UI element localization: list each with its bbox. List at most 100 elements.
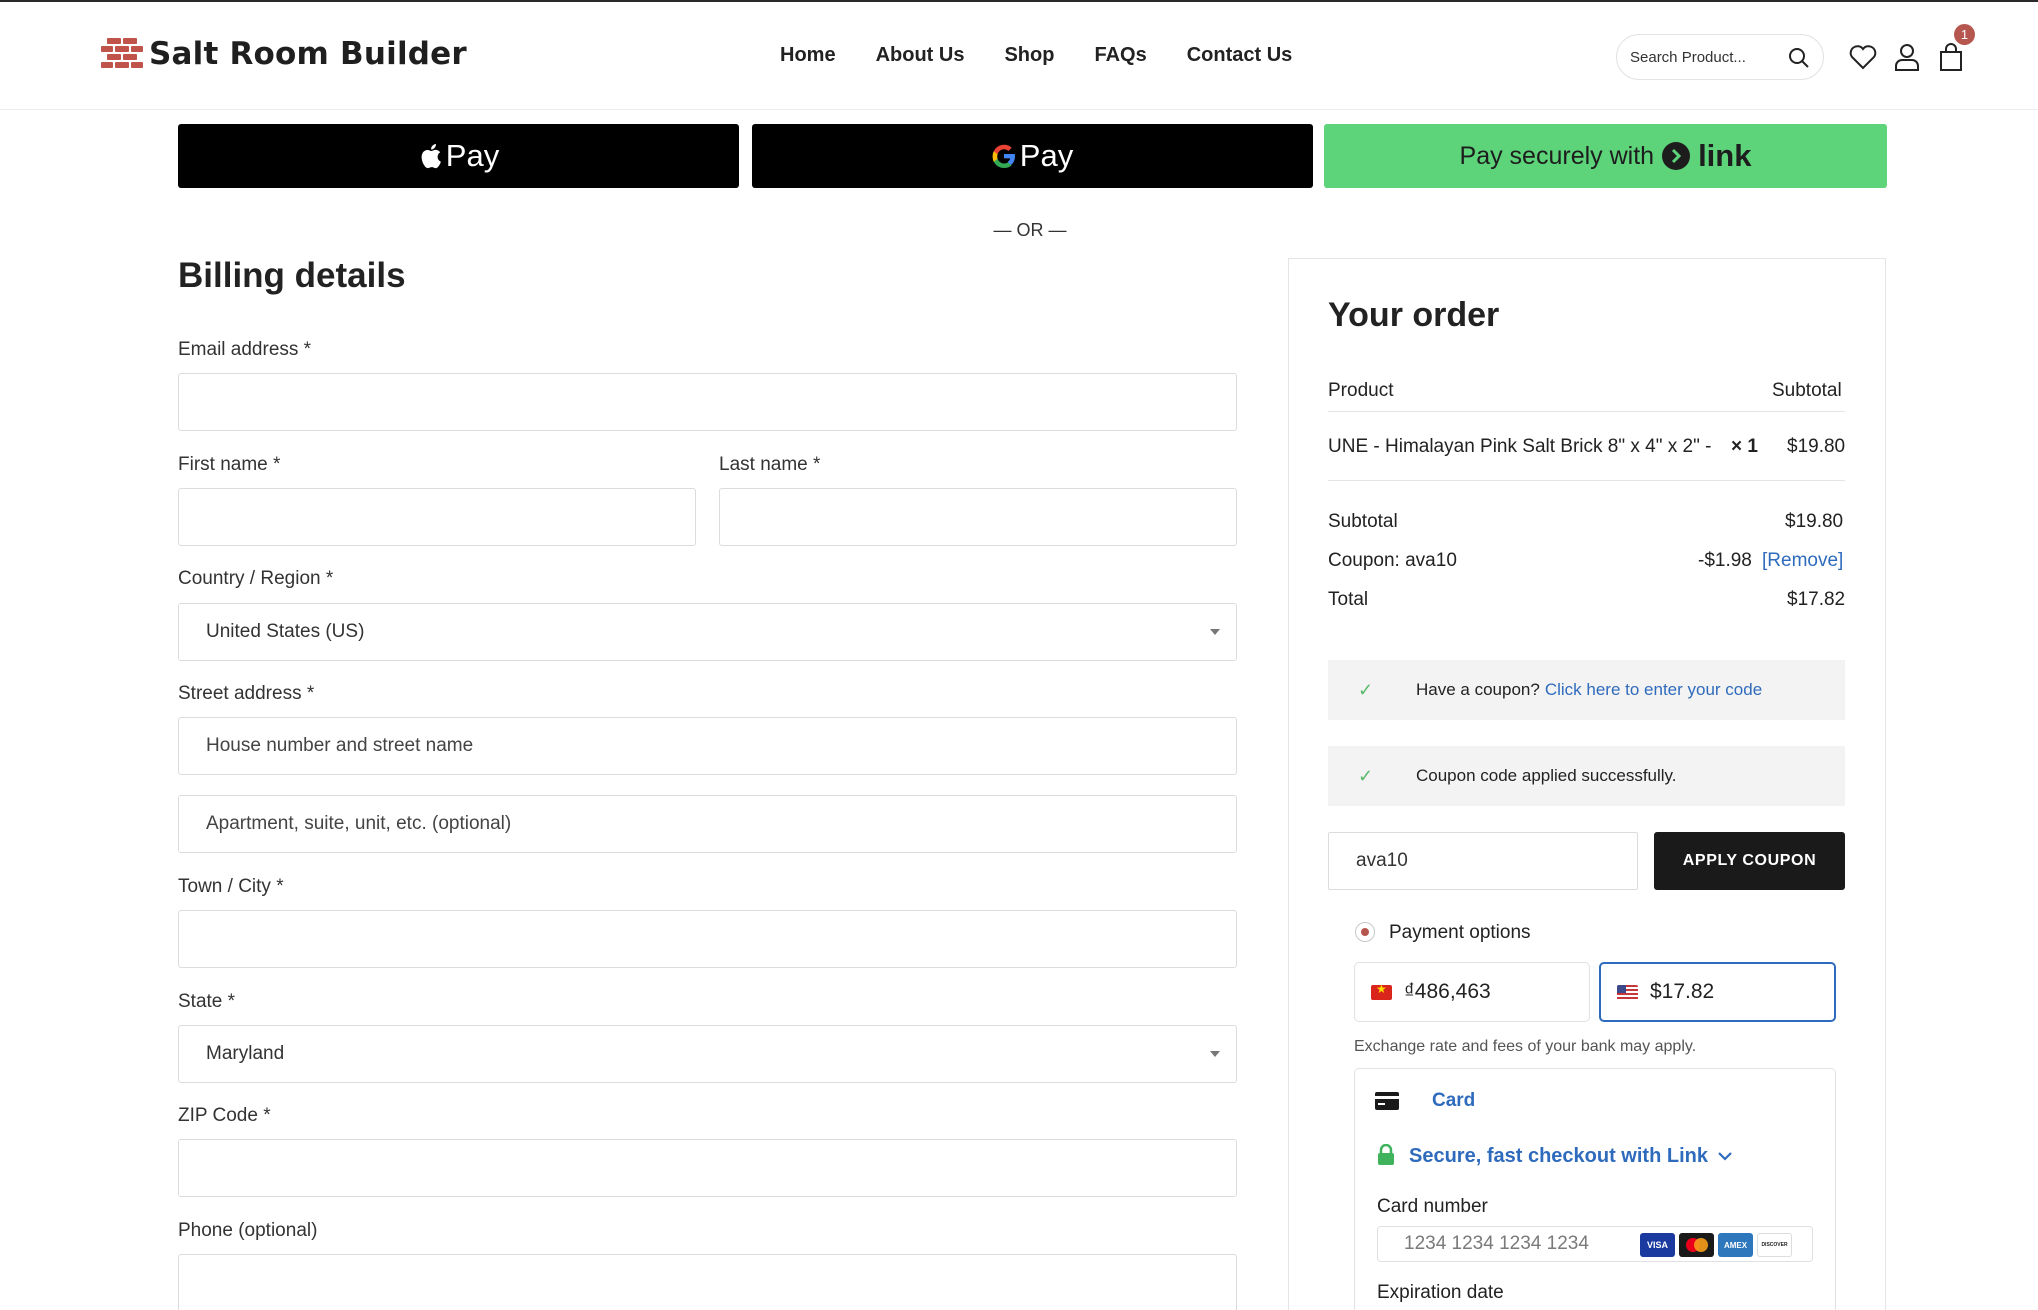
price-usd: $17.82 [1650, 980, 1715, 1003]
check-icon: ✓ [1358, 765, 1374, 786]
coupon-field-wrap [1328, 832, 1638, 890]
last-name-field[interactable] [747, 489, 1236, 545]
mastercard-icon [1679, 1233, 1714, 1257]
street-label: Street address * [178, 683, 315, 704]
google-g-icon [992, 144, 1015, 168]
country-select[interactable]: United States (US) [178, 603, 1237, 661]
country-label: Country / Region * [178, 568, 334, 589]
last-name-label: Last name * [719, 454, 821, 475]
first-name-label: First name * [178, 454, 281, 475]
apple-pay-label: Pay [445, 138, 500, 173]
phone-field[interactable] [206, 1255, 1236, 1310]
price-vnd: ₫486,463 [1404, 980, 1491, 1003]
card-number-field-wrap: VISA AMEX DISCOVER [1377, 1226, 1813, 1262]
lock-icon [1378, 1144, 1394, 1165]
card-brands: VISA AMEX DISCOVER [1640, 1233, 1792, 1257]
remove-coupon-link[interactable]: [Remove] [1762, 550, 1843, 572]
first-name-field[interactable] [206, 489, 695, 545]
subtotal-label: Subtotal [1328, 511, 1398, 532]
order-item-price: $19.80 [1787, 436, 1846, 457]
have-coupon-text: Have a coupon? [1416, 680, 1540, 699]
link-checkout-text[interactable]: Secure, fast checkout with Link [1409, 1145, 1708, 1168]
state-value: Maryland [206, 1043, 285, 1064]
coupon-code-input[interactable] [1356, 850, 1616, 872]
or-separator: — OR — [993, 220, 1067, 240]
currency-option-vnd[interactable]: ₫486,463 [1354, 962, 1590, 1022]
order-title: Your order [1328, 296, 1500, 334]
nav-shop[interactable]: Shop [1004, 44, 1054, 67]
google-pay-button[interactable]: Pay [752, 124, 1313, 188]
apple-icon [421, 144, 441, 169]
currency-option-usd[interactable]: $17.82 [1599, 962, 1836, 1022]
order-item-qty: × 1 [1731, 436, 1758, 457]
google-pay-label: Pay [1019, 138, 1074, 173]
nav-faqs[interactable]: FAQs [1094, 44, 1146, 67]
zip-field-wrap [178, 1139, 1237, 1197]
cart-icon[interactable] [1936, 42, 1966, 72]
nav-about-us[interactable]: About Us [876, 44, 965, 67]
amex-icon: AMEX [1718, 1233, 1753, 1257]
nav-home[interactable]: Home [780, 44, 836, 67]
email-field[interactable] [206, 374, 1236, 430]
card-tab-label[interactable]: Card [1432, 1090, 1475, 1112]
first-name-field-wrap [178, 488, 696, 546]
nav-contact-us[interactable]: Contact Us [1187, 44, 1293, 67]
total-label: Total [1328, 589, 1369, 610]
coupon-label: Coupon: ava10 [1328, 550, 1457, 571]
divider [1328, 480, 1845, 481]
city-label: Town / City * [178, 876, 284, 897]
street-field[interactable] [206, 718, 1236, 774]
apartment-field-wrap [178, 795, 1237, 853]
chevron-down-icon [1210, 629, 1220, 635]
vietnam-flag-icon [1371, 984, 1392, 1000]
phone-label: Phone (optional) [178, 1220, 318, 1241]
search-input[interactable] [1630, 48, 1780, 66]
country-value: United States (US) [206, 621, 365, 642]
apple-pay-button[interactable]: Pay [178, 124, 739, 188]
link-arrow-icon [1662, 142, 1691, 170]
expiration-date-label: Expiration date [1377, 1282, 1504, 1303]
link-pay-button[interactable]: Pay securely with link [1324, 124, 1887, 188]
site-logo[interactable]: Salt Room Builder [101, 36, 467, 72]
discover-icon: DISCOVER [1757, 1233, 1792, 1257]
check-icon: ✓ [1358, 679, 1374, 700]
brick-logo-icon [101, 38, 143, 68]
phone-field-wrap [178, 1254, 1237, 1310]
payment-options-label: Payment options [1389, 922, 1531, 943]
search-icon[interactable] [1787, 46, 1811, 70]
us-flag-icon [1617, 984, 1638, 1000]
city-field-wrap [178, 910, 1237, 968]
exchange-rate-note: Exchange rate and fees of your bank may … [1354, 1038, 1697, 1055]
site-title: Salt Room Builder [149, 36, 467, 72]
apartment-field[interactable] [206, 796, 1236, 852]
coupon-prompt-notice: ✓ Have a coupon? Click here to enter you… [1328, 660, 1845, 720]
zip-field[interactable] [206, 1140, 1236, 1196]
user-icon[interactable] [1892, 42, 1922, 72]
card-icon [1375, 1092, 1399, 1110]
subtotal-col-header: Subtotal [1772, 380, 1842, 401]
enter-coupon-link[interactable]: Click here to enter your code [1545, 680, 1762, 700]
heart-icon[interactable] [1848, 42, 1878, 72]
site-header: Salt Room Builder Home About Us Shop FAQ… [0, 2, 2038, 110]
state-select[interactable]: Maryland [178, 1025, 1237, 1083]
cart-count-badge: 1 [1954, 24, 1975, 45]
card-number-input[interactable] [1404, 1233, 1624, 1255]
total-value: $17.82 [1787, 589, 1846, 610]
product-search [1616, 34, 1824, 80]
divider [1328, 411, 1845, 412]
main-nav: Home About Us Shop FAQs Contact Us [780, 44, 1292, 67]
city-field[interactable] [206, 911, 1236, 967]
zip-label: ZIP Code * [178, 1105, 271, 1126]
link-pay-label: Pay securely with [1459, 141, 1655, 170]
card-payment-box [1354, 1068, 1836, 1310]
coupon-applied-text: Coupon code applied successfully. [1416, 766, 1677, 785]
last-name-field-wrap [719, 488, 1237, 546]
link-brand: link [1698, 138, 1752, 173]
billing-title: Billing details [178, 256, 406, 295]
payment-options-radio[interactable] [1355, 922, 1375, 942]
state-label: State * [178, 991, 236, 1012]
apply-coupon-button[interactable]: APPLY COUPON [1654, 832, 1845, 890]
chevron-down-icon [1210, 1051, 1220, 1057]
chevron-down-icon[interactable] [1717, 1150, 1733, 1162]
email-label: Email address * [178, 339, 312, 360]
